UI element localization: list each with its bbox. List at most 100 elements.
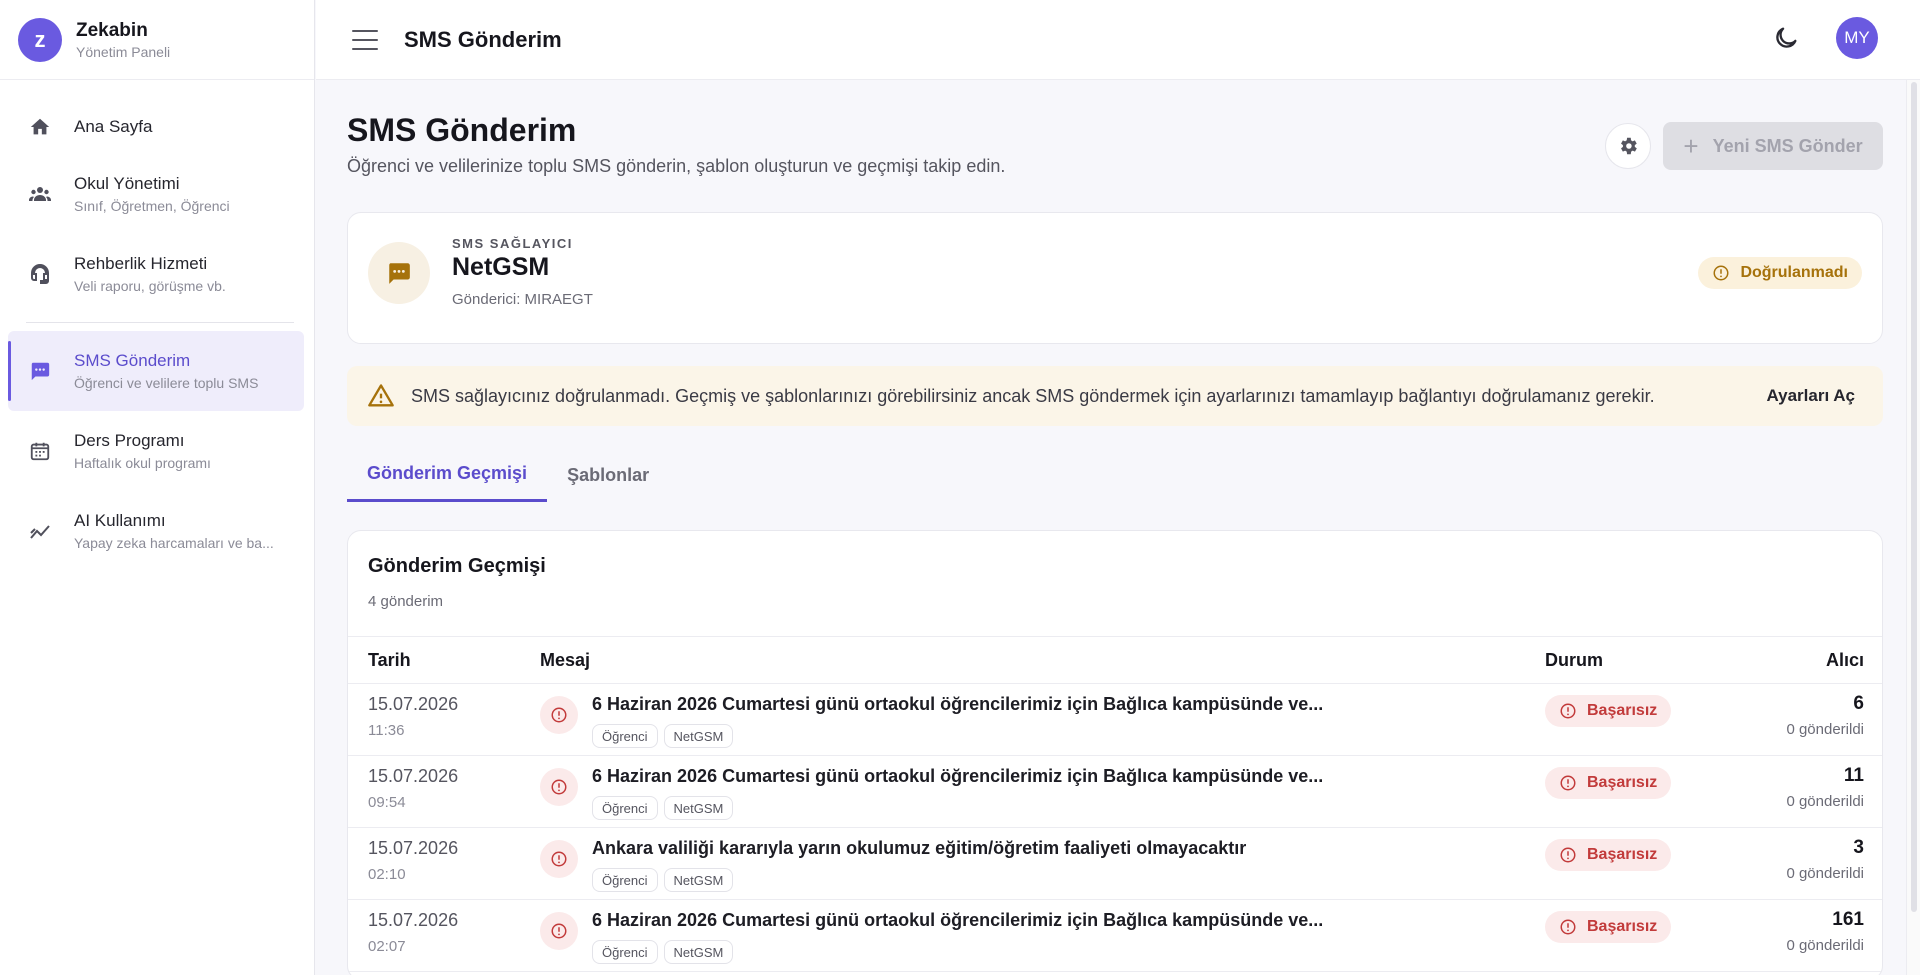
sent-count: 0 gönderildi (1786, 721, 1864, 738)
tag: Öğrenci (592, 724, 658, 748)
table-row[interactable]: 15.07.2026 09:54 6 Haziran 2026 Cumartesi … (348, 756, 1882, 828)
sidebar-item-label: Okul Yönetimi (74, 174, 180, 193)
people-icon (28, 182, 52, 206)
brand-title: Zekabin (76, 19, 148, 41)
tab-templates[interactable]: Şablonlar (547, 448, 669, 502)
history-title: Gönderim Geçmişi (368, 555, 546, 577)
row-date: 15.07.2026 (368, 910, 459, 930)
row-tags: Öğrenci NetGSM (592, 868, 739, 892)
table-row[interactable]: 15.07.2026 02:10 Ankara valiliği kararıyla… (348, 828, 1882, 900)
tag: NetGSM (663, 868, 734, 892)
status-label: Başarısız (1587, 918, 1658, 935)
sidebar-item-sublabel: Sınıf, Öğretmen, Öğrenci (74, 198, 230, 214)
warning-icon (368, 384, 394, 407)
tab-history[interactable]: Gönderim Geçmişi (347, 448, 548, 502)
error-icon (540, 840, 578, 878)
row-time: 09:54 (368, 794, 406, 811)
status-badge-label: Doğrulanmadı (1740, 264, 1848, 281)
sidebar-item-sublabel: Veli raporu, görüşme vb. (74, 278, 226, 294)
page-description: Öğrenci ve velilerinize toplu SMS gönder… (347, 156, 1006, 176)
warning-alert: SMS sağlayıcınız doğrulanmadı. Geçmiş ve… (347, 366, 1883, 426)
provider-card: SMS SAĞLAYICI NetGSM Gönderici: MIRAEGT … (347, 212, 1883, 344)
dark-mode-icon[interactable] (1772, 24, 1800, 52)
menu-icon[interactable] (352, 29, 378, 50)
sidebar-nav: Ana Sayfa Okul Yönetimi Sınıf, Öğretmen,… (0, 80, 314, 571)
sent-count: 0 gönderildi (1786, 793, 1864, 810)
column-date[interactable]: Tarih (368, 650, 411, 671)
row-tags: Öğrenci NetGSM (592, 796, 739, 820)
tag: Öğrenci (592, 940, 658, 964)
home-icon (28, 115, 52, 139)
row-time: 11:36 (368, 722, 405, 739)
status-label: Başarısız (1587, 774, 1658, 791)
sidebar-item-home[interactable]: Ana Sayfa (8, 100, 304, 154)
history-table: Tarih Mesaj Durum Alıcı 15.07.2026 11:36 6… (348, 636, 1882, 972)
error-icon (540, 768, 578, 806)
history-count: 4 gönderim (368, 593, 444, 610)
row-date: 15.07.2026 (368, 838, 459, 858)
sidebar-item-sublabel: Yapay zeka harcamaları ve ba... (74, 535, 274, 551)
row-time: 02:10 (368, 866, 406, 883)
tag: Öğrenci (592, 868, 658, 892)
topbar: SMS Gönderim MY (316, 0, 1920, 80)
row-time: 02:07 (368, 938, 406, 955)
error-icon (540, 912, 578, 950)
chart-icon (28, 519, 52, 543)
sidebar-item-label: AI Kullanımı (74, 511, 166, 530)
alert-circle-icon (1713, 265, 1729, 281)
provider-name: NetGSM (452, 253, 550, 281)
sidebar-item-sms[interactable]: SMS Gönderim Öğrenci ve velilere toplu S… (8, 331, 304, 411)
status-badge: Başarısız (1545, 767, 1672, 799)
column-message[interactable]: Mesaj (540, 650, 590, 671)
row-message[interactable]: 6 Haziran 2026 Cumartesi günü ortaokul ö… (592, 694, 1323, 715)
table-row[interactable]: 15.07.2026 02:07 6 Haziran 2026 Cumartesi … (348, 900, 1882, 972)
new-sms-label: Yeni SMS Gönder (1712, 135, 1863, 156)
history-card: Gönderim Geçmişi 4 gönderim Tarih Mesaj … (347, 530, 1883, 975)
brand-logo: z (18, 17, 62, 62)
row-message[interactable]: Ankara valiliği kararıyla yarın okulumuz… (592, 838, 1246, 859)
table-row[interactable]: 15.07.2026 11:36 6 Haziran 2026 Cumartesi … (348, 684, 1882, 756)
recipient-count: 3 (1853, 837, 1864, 858)
row-message[interactable]: 6 Haziran 2026 Cumartesi günü ortaokul ö… (592, 910, 1323, 931)
row-date: 15.07.2026 (368, 766, 459, 786)
status-badge: Başarısız (1545, 839, 1672, 871)
error-icon (1559, 774, 1587, 792)
message-icon (368, 242, 430, 304)
tag: NetGSM (663, 796, 734, 820)
topbar-title: SMS Gönderim (404, 26, 562, 52)
sidebar-item-schedule[interactable]: Ders Programı Haftalık okul programı (8, 411, 304, 491)
sidebar-item-school[interactable]: Okul Yönetimi Sınıf, Öğretmen, Öğrenci (8, 154, 304, 234)
scrollbar[interactable] (1906, 80, 1920, 975)
brand-subtitle: Yönetim Paneli (76, 43, 171, 60)
recipient-count: 11 (1843, 765, 1864, 786)
error-icon (1559, 918, 1587, 936)
row-message[interactable]: 6 Haziran 2026 Cumartesi günü ortaokul ö… (592, 766, 1323, 787)
new-sms-button[interactable]: + Yeni SMS Gönder (1663, 122, 1883, 170)
sent-count: 0 gönderildi (1786, 865, 1864, 882)
status-badge: Başarısız (1545, 911, 1672, 943)
error-icon (1559, 846, 1587, 864)
column-recipients[interactable]: Alıcı (1826, 650, 1864, 671)
settings-button[interactable] (1605, 123, 1651, 169)
brand[interactable]: z Zekabin Yönetim Paneli (0, 0, 314, 80)
warning-text: SMS sağlayıcınız doğrulanmadı. Geçmiş ve… (411, 385, 1655, 406)
status-label: Başarısız (1587, 702, 1658, 719)
provider-label: SMS SAĞLAYICI (452, 236, 573, 251)
sidebar-item-ai-usage[interactable]: AI Kullanımı Yapay zeka harcamaları ve b… (8, 491, 304, 571)
error-icon (540, 696, 578, 734)
scrollbar-thumb[interactable] (1911, 82, 1917, 912)
sidebar-item-sublabel: Öğrenci ve velilere toplu SMS (74, 375, 259, 391)
sidebar: z Zekabin Yönetim Paneli Ana Sayfa Okul … (0, 0, 315, 975)
tabs: Gönderim Geçmişi Şablonlar (347, 448, 669, 502)
column-status[interactable]: Durum (1545, 650, 1603, 671)
open-settings-button[interactable]: Ayarları Aç (1766, 386, 1855, 406)
table-header: Tarih Mesaj Durum Alıcı (348, 636, 1882, 684)
sent-count: 0 gönderildi (1786, 937, 1864, 954)
sidebar-item-guidance[interactable]: Rehberlik Hizmeti Veli raporu, görüşme v… (8, 234, 304, 314)
calendar-icon (28, 439, 52, 463)
avatar[interactable]: MY (1836, 17, 1878, 59)
status-badge: Doğrulanmadı (1698, 257, 1862, 289)
tag: Öğrenci (592, 796, 658, 820)
plus-icon: + (1683, 130, 1699, 161)
sidebar-item-label: Ders Programı (74, 431, 185, 450)
